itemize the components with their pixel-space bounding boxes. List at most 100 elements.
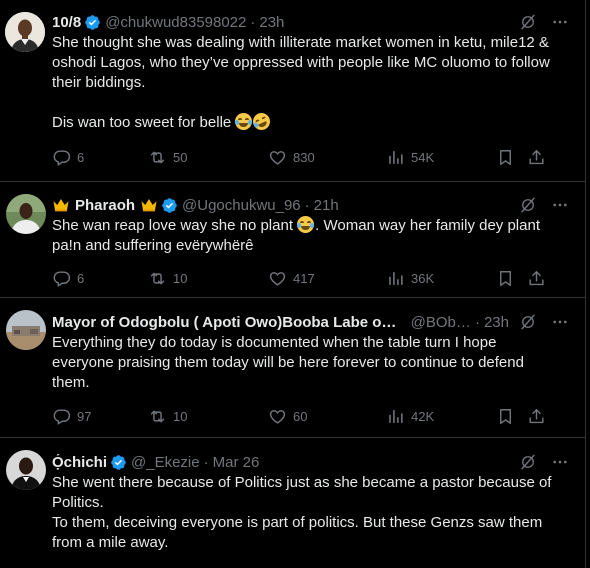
tweet[interactable]: 10/8 @chukwud83598022 · 23h She thought … [0, 0, 585, 182]
avatar[interactable] [6, 450, 46, 490]
views-button[interactable]: 36K [386, 269, 496, 288]
share-icon[interactable] [527, 148, 546, 167]
tweet-text-line: Everything they do today is documented w… [52, 334, 497, 351]
tweet-text-line: pa!n and suffering evërywhërê [52, 237, 254, 254]
repost-icon [148, 269, 167, 288]
verified-badge-icon [110, 454, 127, 471]
avatar[interactable] [6, 310, 46, 350]
tweet-text: She thought she was dealing with illiter… [52, 33, 569, 133]
like-button[interactable]: 830 [268, 148, 386, 167]
heart-icon [268, 269, 287, 288]
rolling-laughing-emoji-icon [250, 110, 274, 133]
views-icon [386, 407, 405, 426]
crown-emoji-icon [140, 198, 158, 212]
view-count: 54K [411, 149, 435, 165]
timestamp[interactable]: 23h [259, 14, 284, 31]
tweet-text-line: everyone praising them today will be her… [52, 354, 524, 371]
crown-emoji-icon [52, 198, 70, 212]
like-button[interactable]: 417 [268, 269, 386, 288]
reply-button[interactable]: 6 [52, 148, 148, 167]
timeline: 10/8 @chukwud83598022 · 23h She thought … [0, 0, 586, 568]
views-button[interactable]: 42K [386, 407, 496, 426]
tweet-text-line: She went there because of Politics just … [52, 474, 552, 491]
like-count: 417 [293, 270, 315, 286]
reply-icon [52, 148, 71, 167]
more-icon[interactable] [551, 13, 569, 31]
view-count: 42K [411, 408, 435, 424]
reply-icon [52, 407, 71, 426]
separator: · [304, 196, 310, 214]
heart-icon [268, 148, 287, 167]
like-button[interactable]: 60 [268, 407, 386, 426]
views-button[interactable]: 54K [386, 148, 496, 167]
like-count: 830 [293, 149, 315, 165]
repost-button[interactable]: 10 [148, 407, 268, 426]
author-name[interactable]: Mayor of Odogbolu ( Apoti Owo)Booba Labe… [52, 314, 399, 331]
tweet-text-line: Dis wan too sweet for belle [52, 114, 232, 131]
repost-button[interactable]: 50 [148, 148, 268, 167]
reply-icon [52, 269, 71, 288]
tweet-text-line: from a mile away. [52, 534, 169, 551]
tweet-text: She went there because of Politics just … [52, 473, 569, 553]
reply-count: 6 [77, 270, 85, 286]
repost-count: 10 [173, 270, 188, 286]
laughing-emoji-icon [235, 113, 253, 130]
tweet-text: Everything they do today is documented w… [52, 333, 569, 393]
avatar[interactable] [6, 194, 46, 234]
tweet-text-line: oshodi Lagos, who they’ve oppressed with… [52, 54, 550, 71]
separator: · [474, 313, 480, 331]
tweet-text-line: She wan reap love way she no plant [52, 217, 293, 234]
tweet-text-line: She thought she was dealing with illiter… [52, 34, 549, 51]
grok-icon[interactable] [519, 453, 537, 471]
views-icon [386, 148, 405, 167]
avatar[interactable] [5, 12, 45, 52]
grok-icon[interactable] [519, 196, 537, 214]
views-icon [386, 269, 405, 288]
verified-badge-icon [84, 14, 101, 31]
repost-count: 50 [173, 149, 188, 165]
reply-count: 6 [77, 149, 85, 165]
timestamp[interactable]: 21h [314, 197, 339, 214]
author-handle[interactable]: @chukwud83598022 [105, 14, 246, 31]
author-handle[interactable]: @BObi... [411, 314, 471, 331]
share-icon[interactable] [527, 269, 546, 288]
repost-icon [148, 407, 167, 426]
author-name[interactable]: Pharaoh [75, 197, 135, 214]
more-icon[interactable] [551, 313, 569, 331]
tweet-text-line: them. [52, 374, 90, 391]
share-icon[interactable] [527, 407, 546, 426]
tweet-text-line: their biddings. [52, 74, 146, 91]
reply-button[interactable]: 97 [52, 407, 148, 426]
tweet-text-line: To them, deceiving everyone is part of p… [52, 514, 543, 531]
laughing-emoji-icon [297, 216, 315, 233]
repost-count: 10 [173, 408, 188, 424]
repost-icon [148, 148, 167, 167]
like-count: 60 [293, 408, 308, 424]
tweet[interactable]: Pharaoh @Ugochukwu_96 · 21h She wan reap… [0, 182, 585, 298]
grok-icon[interactable] [519, 13, 537, 31]
author-name[interactable]: Ọ́chichi [52, 454, 107, 471]
tweet-text-line: Politics. [52, 494, 104, 511]
reply-button[interactable]: 6 [52, 269, 148, 288]
reply-count: 97 [77, 408, 92, 424]
timestamp[interactable]: 23h [484, 314, 509, 331]
tweet-text-line: . Woman way her family dey plant [315, 217, 540, 234]
tweet-text: She wan reap love way she no plant . Wom… [52, 216, 569, 256]
tweet[interactable]: Ọ́chichi @_Ekezie · Mar 26 She went ther… [0, 438, 585, 568]
author-handle[interactable]: @_Ekezie [131, 454, 200, 471]
bookmark-icon[interactable] [496, 269, 515, 288]
grok-icon[interactable] [519, 313, 537, 331]
bookmark-icon[interactable] [496, 148, 515, 167]
more-icon[interactable] [551, 196, 569, 214]
more-icon[interactable] [551, 453, 569, 471]
timestamp[interactable]: Mar 26 [213, 454, 260, 471]
tweet[interactable]: Mayor of Odogbolu ( Apoti Owo)Booba Labe… [0, 298, 585, 438]
bookmark-icon[interactable] [496, 407, 515, 426]
author-name[interactable]: 10/8 [52, 14, 81, 31]
view-count: 36K [411, 270, 435, 286]
heart-icon [268, 407, 287, 426]
repost-button[interactable]: 10 [148, 269, 268, 288]
verified-badge-icon [161, 197, 178, 214]
author-handle[interactable]: @Ugochukwu_96 [182, 197, 301, 214]
separator: · [203, 453, 209, 471]
